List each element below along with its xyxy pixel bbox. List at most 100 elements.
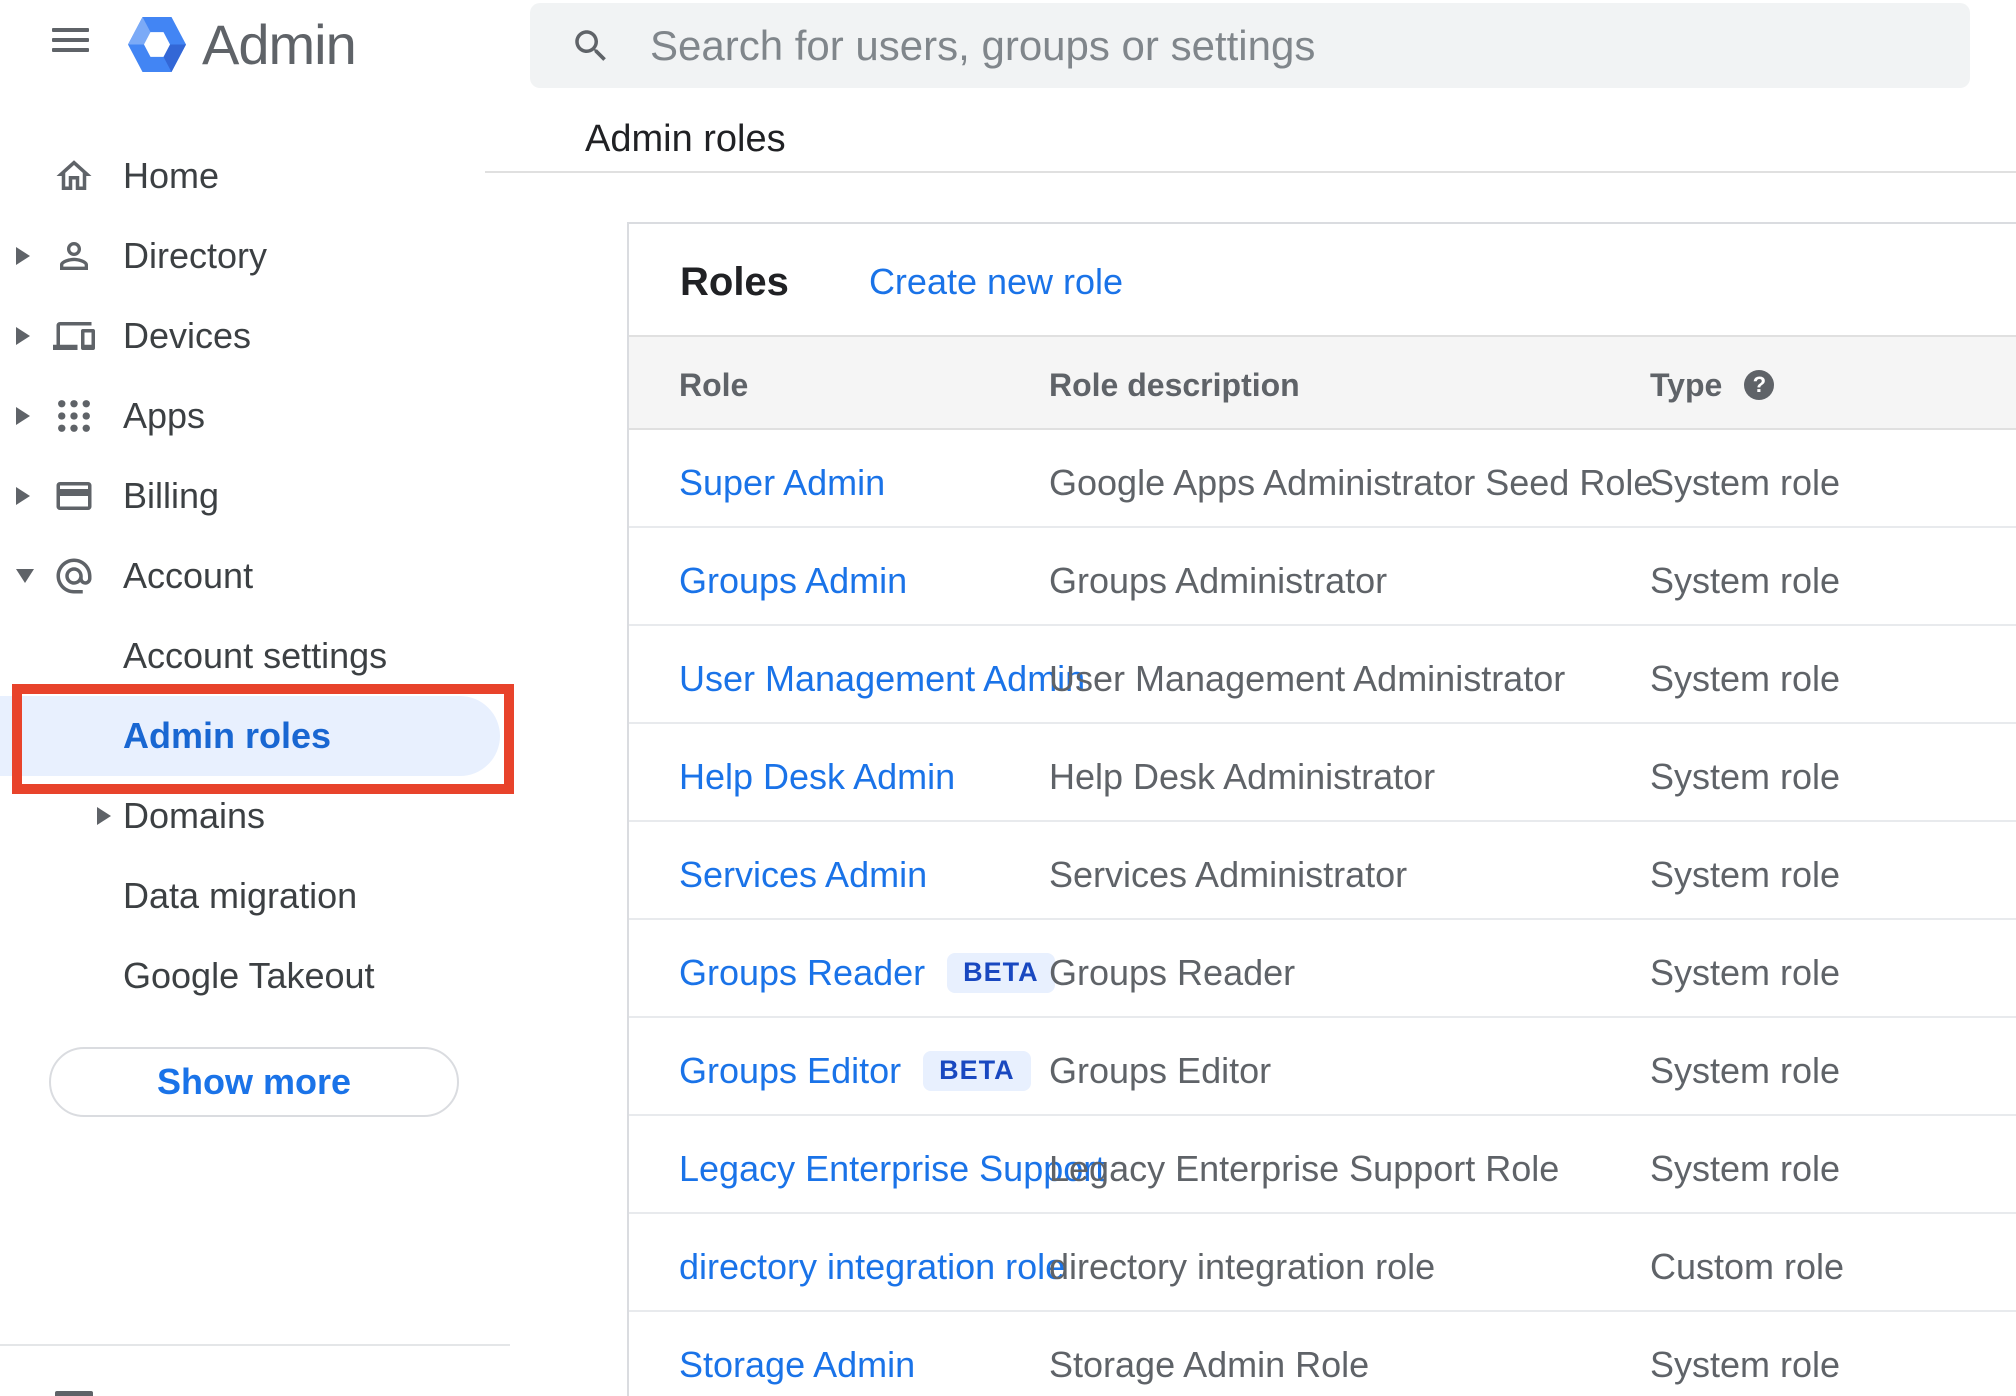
table-row: Super Admin Google Apps Administrator Se… xyxy=(629,430,2016,528)
logo-text: Admin xyxy=(202,13,357,76)
table-row: Storage Admin Storage Admin Role System … xyxy=(629,1312,2016,1396)
sidebar-sub-item[interactable]: Domains xyxy=(0,776,516,856)
role-type: System role xyxy=(1650,560,1841,601)
search-icon xyxy=(570,25,612,67)
role-link[interactable]: Groups Reader xyxy=(679,952,925,994)
role-type: System role xyxy=(1650,1344,1841,1385)
role-type: Custom role xyxy=(1650,1246,1845,1287)
sidebar-sub-item[interactable]: Data migration xyxy=(0,856,516,936)
column-header-description: Role description xyxy=(1049,366,1300,403)
sidebar-item-label: Devices xyxy=(123,315,252,356)
help-icon[interactable]: ? xyxy=(1744,370,1775,400)
hamburger-menu-icon[interactable] xyxy=(52,28,89,55)
breadcrumb: Admin roles xyxy=(585,118,786,160)
role-type: System role xyxy=(1650,1050,1841,1091)
role-type: System role xyxy=(1650,756,1841,797)
table-row: User Management Admin User Management Ad… xyxy=(629,626,2016,724)
role-description: Help Desk Administrator xyxy=(1049,756,1436,797)
table-row: directory integration role directory int… xyxy=(629,1214,2016,1312)
column-header-role: Role xyxy=(679,366,749,403)
role-description: Storage Admin Role xyxy=(1049,1344,1370,1385)
header-divider xyxy=(485,171,2016,173)
table-row: Groups Reader BETA Groups Reader System … xyxy=(629,920,2016,1018)
role-description: directory integration role xyxy=(1049,1246,1436,1287)
card-title: Roles xyxy=(680,259,789,304)
roles-card: Roles Create new role Role Role descript… xyxy=(627,222,2016,1396)
sidebar-item[interactable]: Billing xyxy=(0,456,516,536)
role-link[interactable]: Services Admin xyxy=(679,854,927,896)
sidebar-item-label: Apps xyxy=(123,395,206,436)
role-description: Groups Administrator xyxy=(1049,560,1388,601)
person-icon xyxy=(53,235,95,277)
create-new-role-link[interactable]: Create new role xyxy=(869,261,1123,303)
table-row: Legacy Enterprise Support Legacy Enterpr… xyxy=(629,1116,2016,1214)
sidebar-sub-item[interactable]: Account settings xyxy=(0,616,516,696)
role-link[interactable]: directory integration role xyxy=(679,1246,1065,1288)
sidebar-item-label: Home xyxy=(123,155,220,196)
chevron-down-icon[interactable] xyxy=(16,569,34,583)
role-link[interactable]: Storage Admin xyxy=(679,1344,915,1386)
sidebar-sub-item-label: Google Takeout xyxy=(123,955,375,996)
role-link[interactable]: Legacy Enterprise Support xyxy=(679,1148,1105,1190)
sidebar-item-label: Billing xyxy=(123,475,220,516)
column-header-type: Type ? xyxy=(1650,337,1775,428)
sidebar-sub-item[interactable]: Admin roles xyxy=(0,696,500,776)
role-type: System role xyxy=(1650,1148,1841,1189)
chevron-right-icon[interactable] xyxy=(16,407,30,425)
sidebar-nav: Home Directory Devices Apps Billing Acco… xyxy=(0,136,516,1016)
sidebar-divider xyxy=(0,1344,510,1346)
admin-logo[interactable]: Admin xyxy=(128,12,357,77)
role-description: Legacy Enterprise Support Role xyxy=(1049,1148,1560,1189)
sidebar-sub-item-label: Domains xyxy=(123,795,266,836)
role-link[interactable]: User Management Admin xyxy=(679,658,1085,700)
role-type: System role xyxy=(1650,952,1841,993)
table-header-row: Role Role description Type ? xyxy=(629,335,2016,430)
devices-icon xyxy=(53,315,95,357)
chevron-right-icon[interactable] xyxy=(97,807,111,825)
sidebar-sub-item[interactable]: Google Takeout xyxy=(0,936,516,1016)
partially-visible-icon xyxy=(55,1391,93,1396)
role-description: User Management Administrator xyxy=(1049,658,1566,699)
search-bar[interactable] xyxy=(530,3,1970,88)
sidebar-item[interactable]: Account xyxy=(0,536,516,616)
chevron-right-icon[interactable] xyxy=(16,247,30,265)
table-row: Groups Admin Groups Administrator System… xyxy=(629,528,2016,626)
table-row: Services Admin Services Administrator Sy… xyxy=(629,822,2016,920)
show-more-button[interactable]: Show more xyxy=(49,1047,459,1117)
role-link[interactable]: Help Desk Admin xyxy=(679,756,955,798)
admin-hexagon-logo-icon xyxy=(128,17,186,72)
role-description: Services Administrator xyxy=(1049,854,1408,895)
role-link[interactable]: Super Admin xyxy=(679,462,885,504)
role-type: System role xyxy=(1650,658,1841,699)
role-link[interactable]: Groups Admin xyxy=(679,560,907,602)
role-type: System role xyxy=(1650,462,1841,503)
sidebar-item[interactable]: Home xyxy=(0,136,516,216)
role-description: Groups Reader xyxy=(1049,952,1296,993)
role-description: Groups Editor xyxy=(1049,1050,1272,1091)
card-header: Roles Create new role xyxy=(629,224,2016,335)
sidebar-item[interactable]: Apps xyxy=(0,376,516,456)
sidebar-item[interactable]: Devices xyxy=(0,296,516,376)
sidebar-sub-item-label: Admin roles xyxy=(123,715,332,756)
credit-card-icon xyxy=(53,475,95,517)
sidebar-item-label: Account xyxy=(123,555,254,596)
apps-grid-icon xyxy=(53,395,95,437)
search-input[interactable] xyxy=(648,20,1970,71)
table-row: Groups Editor BETA Groups Editor System … xyxy=(629,1018,2016,1116)
home-icon xyxy=(53,155,95,197)
chevron-right-icon[interactable] xyxy=(16,487,30,505)
google-admin-console: Admin Home Directory Devices Apps Billin… xyxy=(0,0,2016,1396)
table-body: Super Admin Google Apps Administrator Se… xyxy=(629,430,2016,1396)
at-sign-icon xyxy=(53,555,95,597)
sidebar-item-label: Directory xyxy=(123,235,268,276)
role-link[interactable]: Groups Editor xyxy=(679,1050,901,1092)
sidebar-sub-item-label: Data migration xyxy=(123,875,358,916)
sidebar-item[interactable]: Directory xyxy=(0,216,516,296)
chevron-right-icon[interactable] xyxy=(16,327,30,345)
sidebar: Admin Home Directory Devices Apps Billin… xyxy=(0,0,516,1396)
beta-badge: BETA xyxy=(923,1051,1031,1091)
sidebar-sub-item-label: Account settings xyxy=(123,635,388,676)
role-description: Google Apps Administrator Seed Role xyxy=(1049,462,1654,503)
table-row: Help Desk Admin Help Desk Administrator … xyxy=(629,724,2016,822)
beta-badge: BETA xyxy=(947,953,1055,993)
